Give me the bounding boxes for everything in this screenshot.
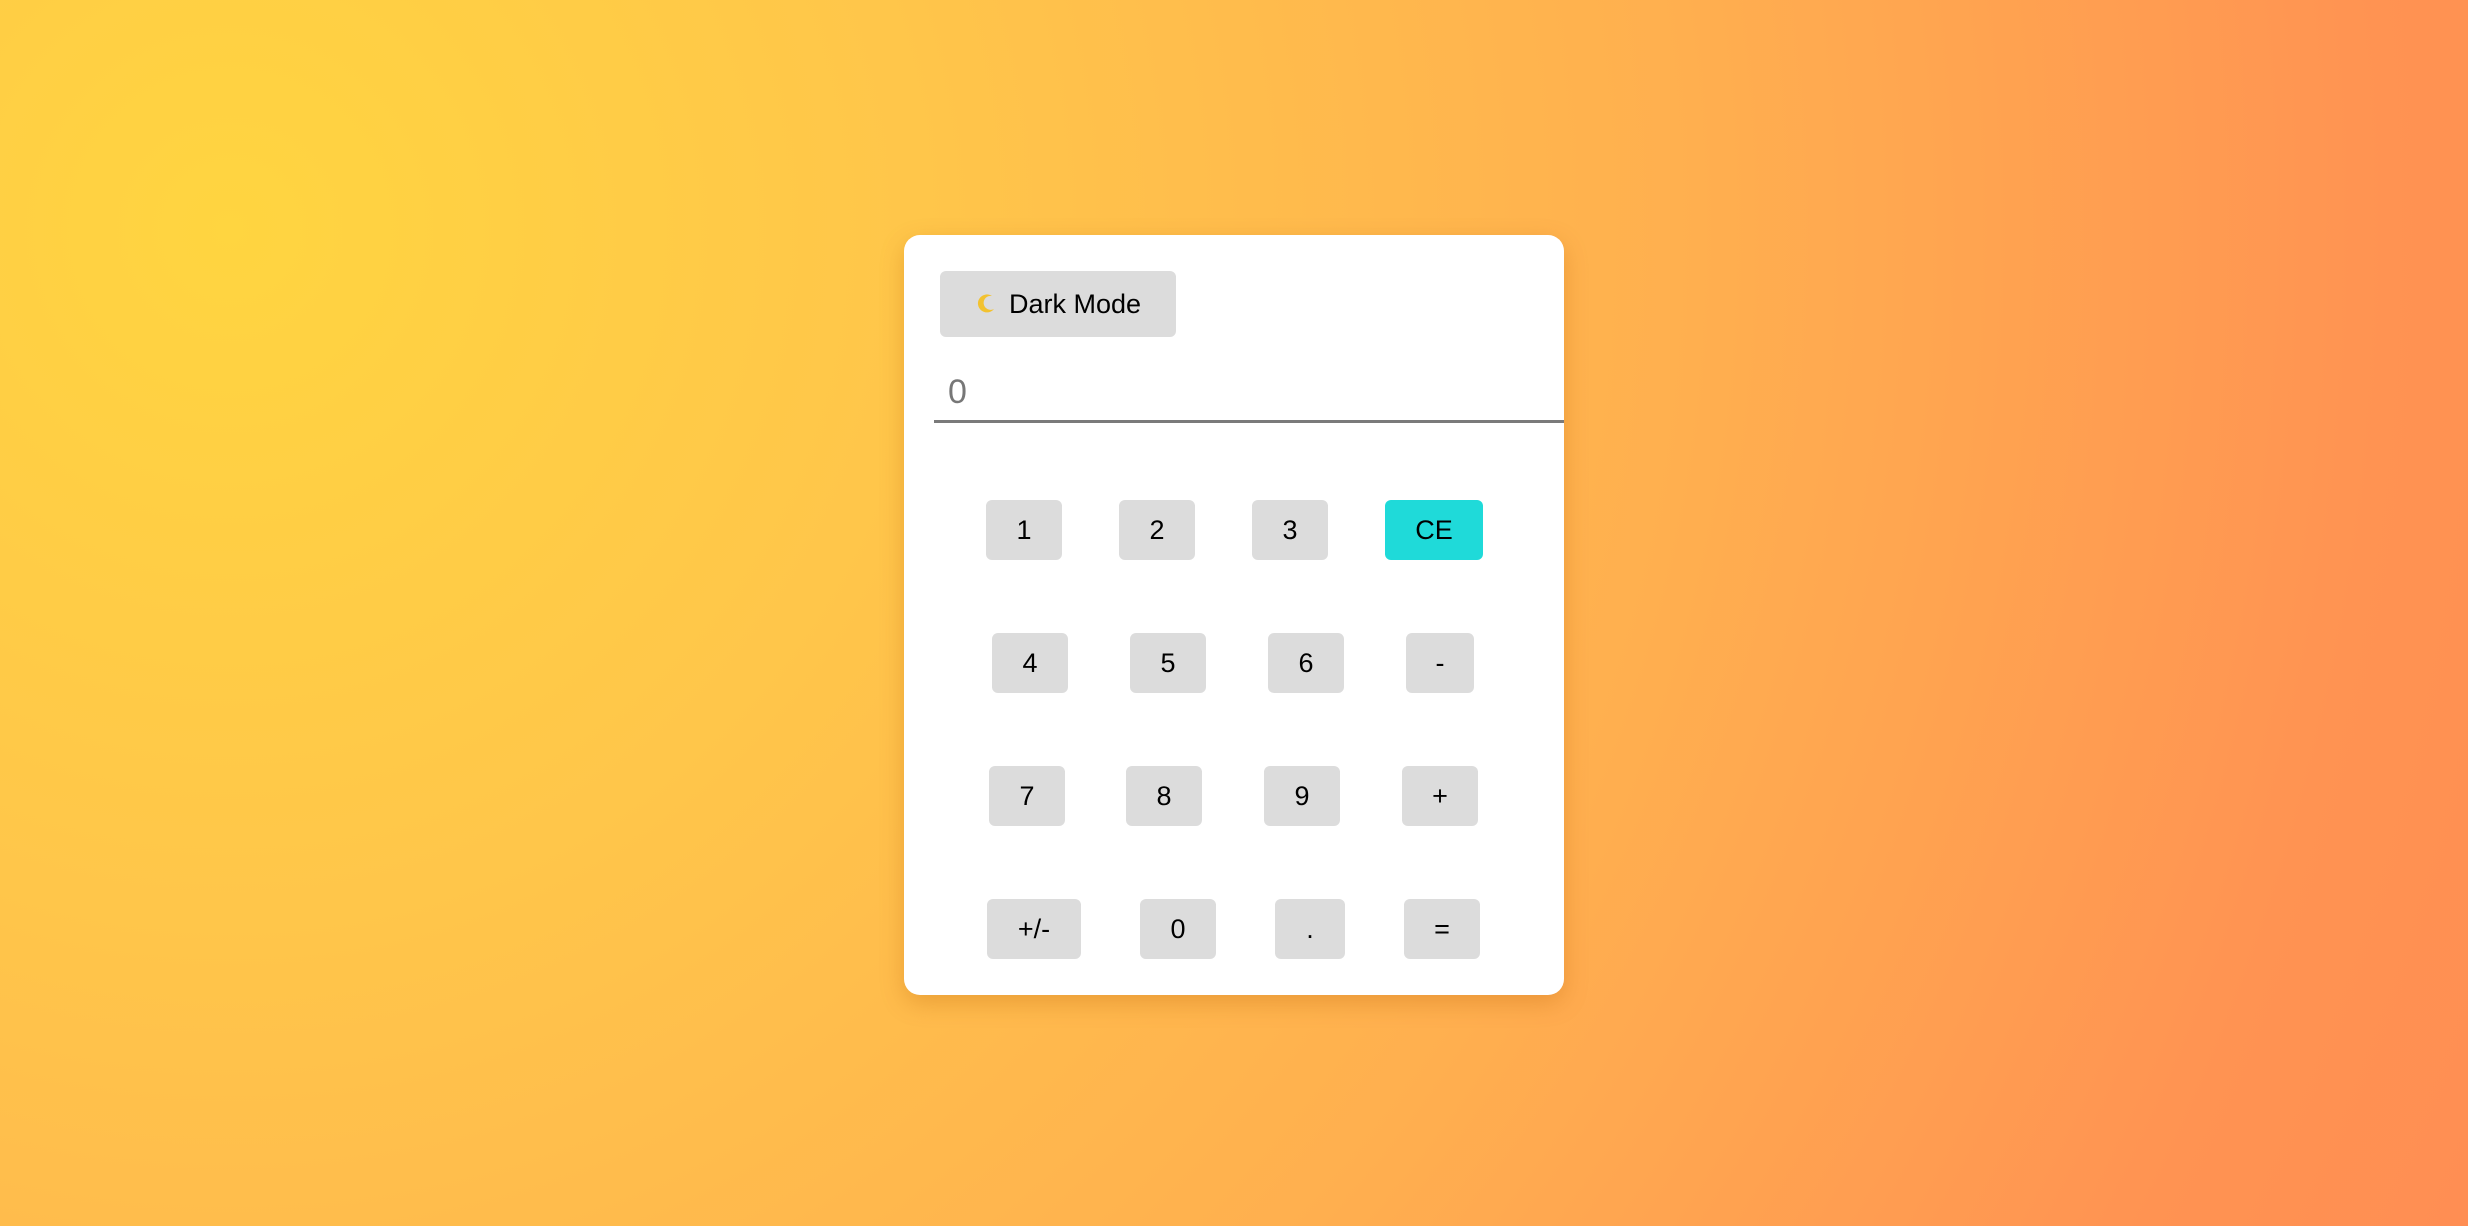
key-3[interactable]: 3 — [1252, 500, 1328, 560]
key-7[interactable]: 7 — [989, 766, 1065, 826]
key-4[interactable]: 4 — [992, 633, 1068, 693]
key-0[interactable]: 0 — [1140, 899, 1216, 959]
key-5[interactable]: 5 — [1130, 633, 1206, 693]
key-6[interactable]: 6 — [1268, 633, 1344, 693]
moon-icon — [975, 293, 997, 315]
clear-entry-button[interactable]: CE — [1385, 500, 1483, 560]
negate-button[interactable]: +/- — [987, 899, 1081, 959]
key-9[interactable]: 9 — [1264, 766, 1340, 826]
dark-mode-label: Dark Mode — [1008, 288, 1142, 319]
dark-mode-toggle-button[interactable]: Dark Mode — [940, 271, 1176, 337]
key-8[interactable]: 8 — [1126, 766, 1202, 826]
decimal-button[interactable]: . — [1275, 899, 1345, 959]
equals-button[interactable]: = — [1404, 899, 1480, 959]
subtract-button[interactable]: - — [1406, 633, 1474, 693]
key-1[interactable]: 1 — [986, 500, 1062, 560]
calculator-display[interactable] — [934, 365, 1564, 423]
add-button[interactable]: + — [1402, 766, 1478, 826]
calculator-card: Dark Mode 1 2 3 CE 4 5 6 - 7 8 9 + +/- 0… — [904, 235, 1564, 995]
key-2[interactable]: 2 — [1119, 500, 1195, 560]
